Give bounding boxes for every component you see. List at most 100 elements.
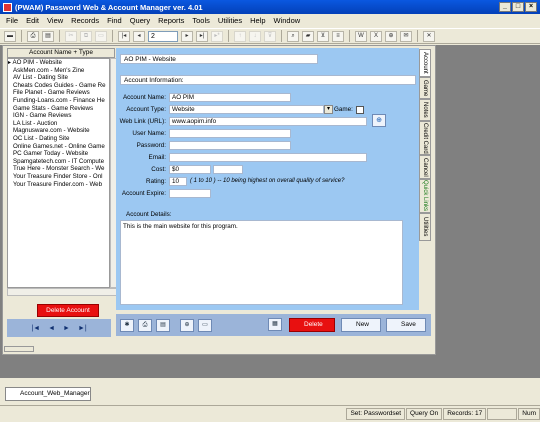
print-icon[interactable]: ⎙	[138, 318, 152, 332]
menu-view[interactable]: View	[47, 16, 63, 25]
rating-field[interactable]: 10	[169, 177, 187, 186]
account-expire-field[interactable]	[169, 189, 211, 198]
next-record-icon[interactable]: ►	[63, 325, 70, 332]
web-icon[interactable]: ⊕	[385, 30, 397, 42]
chevron-down-icon[interactable]: ▾	[324, 105, 333, 114]
maximize-button[interactable]: □	[512, 2, 524, 12]
menu-window[interactable]: Window	[274, 16, 301, 25]
status-set: Set: Passwordset	[346, 408, 406, 420]
open-link-icon[interactable]: ⊕	[372, 114, 386, 127]
list-horizontal-scrollbar[interactable]	[7, 288, 118, 296]
cut-icon[interactable]: ✂	[65, 30, 77, 42]
first-record-icon[interactable]: |◄	[31, 325, 40, 332]
folder-icon[interactable]: ▰	[302, 30, 314, 42]
account-name-label: Account Name:	[122, 94, 166, 101]
menu-tools[interactable]: Tools	[192, 16, 210, 25]
list-item[interactable]: AV List - Dating Site	[8, 74, 109, 82]
filter-icon[interactable]: ⊽	[264, 30, 276, 42]
delete-account-button[interactable]: Delete Account	[37, 304, 99, 317]
toolbar-separator	[112, 30, 113, 42]
status-query: Query On	[406, 408, 443, 420]
list-item[interactable]: Magnusware.com - Website	[8, 127, 109, 135]
mail-icon[interactable]: ✉	[400, 30, 412, 42]
tab-game[interactable]: Game	[419, 77, 431, 99]
menu-bar: File Edit View Records Find Query Report…	[0, 14, 540, 27]
list-item[interactable]: ▸ AO PIM - Website	[8, 59, 109, 67]
save-button[interactable]: Save	[386, 318, 426, 332]
list-item[interactable]: Spamgatetech.com - IT Compute	[8, 158, 109, 166]
account-list[interactable]: ▸ AO PIM - Website AskMen.com - Men's Zi…	[7, 58, 110, 288]
list-item[interactable]: IGN - Game Reviews	[8, 112, 109, 120]
tab-account-web-manager[interactable]: Account_Web_Manager	[5, 387, 91, 401]
minimize-button[interactable]: _	[499, 2, 511, 12]
prev-record-icon[interactable]: ◂	[133, 30, 145, 42]
sort-icon[interactable]: ≡	[332, 30, 344, 42]
menu-utilities[interactable]: Utilities	[218, 16, 242, 25]
wizard-icon[interactable]: ▦	[268, 318, 282, 331]
list-item[interactable]: OC List - Dating Site	[8, 135, 109, 143]
find-icon[interactable]: ⌕	[287, 30, 299, 42]
tab-account[interactable]: Account	[419, 49, 431, 77]
web-icon[interactable]: ⊕	[180, 318, 194, 332]
tab-utilities[interactable]: Utilities	[419, 213, 431, 241]
delete-button[interactable]: Delete	[289, 318, 335, 332]
game-checkbox[interactable]	[356, 106, 364, 114]
tab-cancel[interactable]: Cancel	[419, 155, 431, 179]
account-type-select[interactable]: Website	[169, 105, 324, 114]
first-record-icon[interactable]: |◂	[118, 30, 130, 42]
tab-notes[interactable]: Notes	[419, 99, 431, 121]
menu-query[interactable]: Query	[130, 16, 150, 25]
excel-icon[interactable]: X	[370, 30, 382, 42]
next-record-icon[interactable]: ▸	[181, 30, 193, 42]
menu-edit[interactable]: Edit	[26, 16, 39, 25]
list-item[interactable]: Your Treasure Finder.com - Web	[8, 181, 109, 189]
prev-record-icon[interactable]: ◄	[48, 325, 55, 332]
list-item[interactable]: Funding-Loans.com - Finance He	[8, 97, 109, 105]
user-name-field[interactable]	[169, 129, 291, 138]
menu-help[interactable]: Help	[250, 16, 265, 25]
new-record-icon[interactable]: ▸*	[211, 30, 223, 42]
tab-credit-card[interactable]: Credit Card	[419, 121, 431, 155]
list-item[interactable]: AskMen.com - Men's Zine	[8, 67, 109, 75]
tab-quick-links[interactable]: Quick Links	[419, 179, 431, 213]
word-icon[interactable]: W	[355, 30, 367, 42]
account-name-field[interactable]: AO PIM	[169, 93, 291, 102]
menu-reports[interactable]: Reports	[158, 16, 184, 25]
paste-icon[interactable]: ▭	[95, 30, 107, 42]
list-item[interactable]: Cheats Codes Guides - Game Re	[8, 82, 109, 90]
menu-find[interactable]: Find	[107, 16, 122, 25]
monitor-icon[interactable]: ▭	[198, 318, 212, 332]
sort-asc-icon[interactable]: ↑	[234, 30, 246, 42]
menu-records[interactable]: Records	[71, 16, 99, 25]
copy-icon[interactable]: ⧉	[80, 30, 92, 42]
list-item[interactable]: LA List - Auction	[8, 120, 109, 128]
list-item[interactable]: PC Gamer Today - Website	[8, 150, 109, 158]
new-button[interactable]: New	[341, 318, 381, 332]
report-icon[interactable]: ▤	[156, 318, 170, 332]
list-item[interactable]: True Here - Monster Search - We	[8, 165, 109, 173]
email-field[interactable]	[169, 153, 367, 162]
account-details-textarea[interactable]: This is the main website for this progra…	[120, 220, 403, 305]
last-record-icon[interactable]: ▸|	[196, 30, 208, 42]
layout-icon[interactable]: ▤	[42, 30, 54, 42]
tools-icon[interactable]: ✕	[423, 30, 435, 42]
cost-extra-field[interactable]	[213, 165, 243, 174]
tools-icon[interactable]: ✱	[120, 318, 134, 332]
menu-file[interactable]: File	[6, 16, 18, 25]
close-button[interactable]: ×	[525, 2, 537, 12]
list-item[interactable]: Online Games.net - Online Game	[8, 143, 109, 151]
toggle-filter-icon[interactable]: ⊻	[317, 30, 329, 42]
web-link-field[interactable]: www.aopim.info	[169, 117, 367, 126]
minimized-window-bar[interactable]	[4, 346, 34, 352]
vertical-tab-strip: Account Game Notes Credit Card Cancel Qu…	[419, 49, 431, 279]
list-item[interactable]: Your Treasure Finder Store - Onl	[8, 173, 109, 181]
print-icon[interactable]: ⎙	[27, 30, 39, 42]
password-field[interactable]	[169, 141, 291, 150]
last-record-icon[interactable]: ►|	[78, 325, 87, 332]
list-item[interactable]: File Planet - Game Reviews	[8, 89, 109, 97]
list-item[interactable]: Game Stats - Game Reviews	[8, 105, 109, 113]
design-view-icon[interactable]: ▬	[4, 30, 16, 42]
cost-field[interactable]: $0	[169, 165, 211, 174]
record-number-input[interactable]: 2	[148, 30, 178, 42]
sort-desc-icon[interactable]: ↓	[249, 30, 261, 42]
